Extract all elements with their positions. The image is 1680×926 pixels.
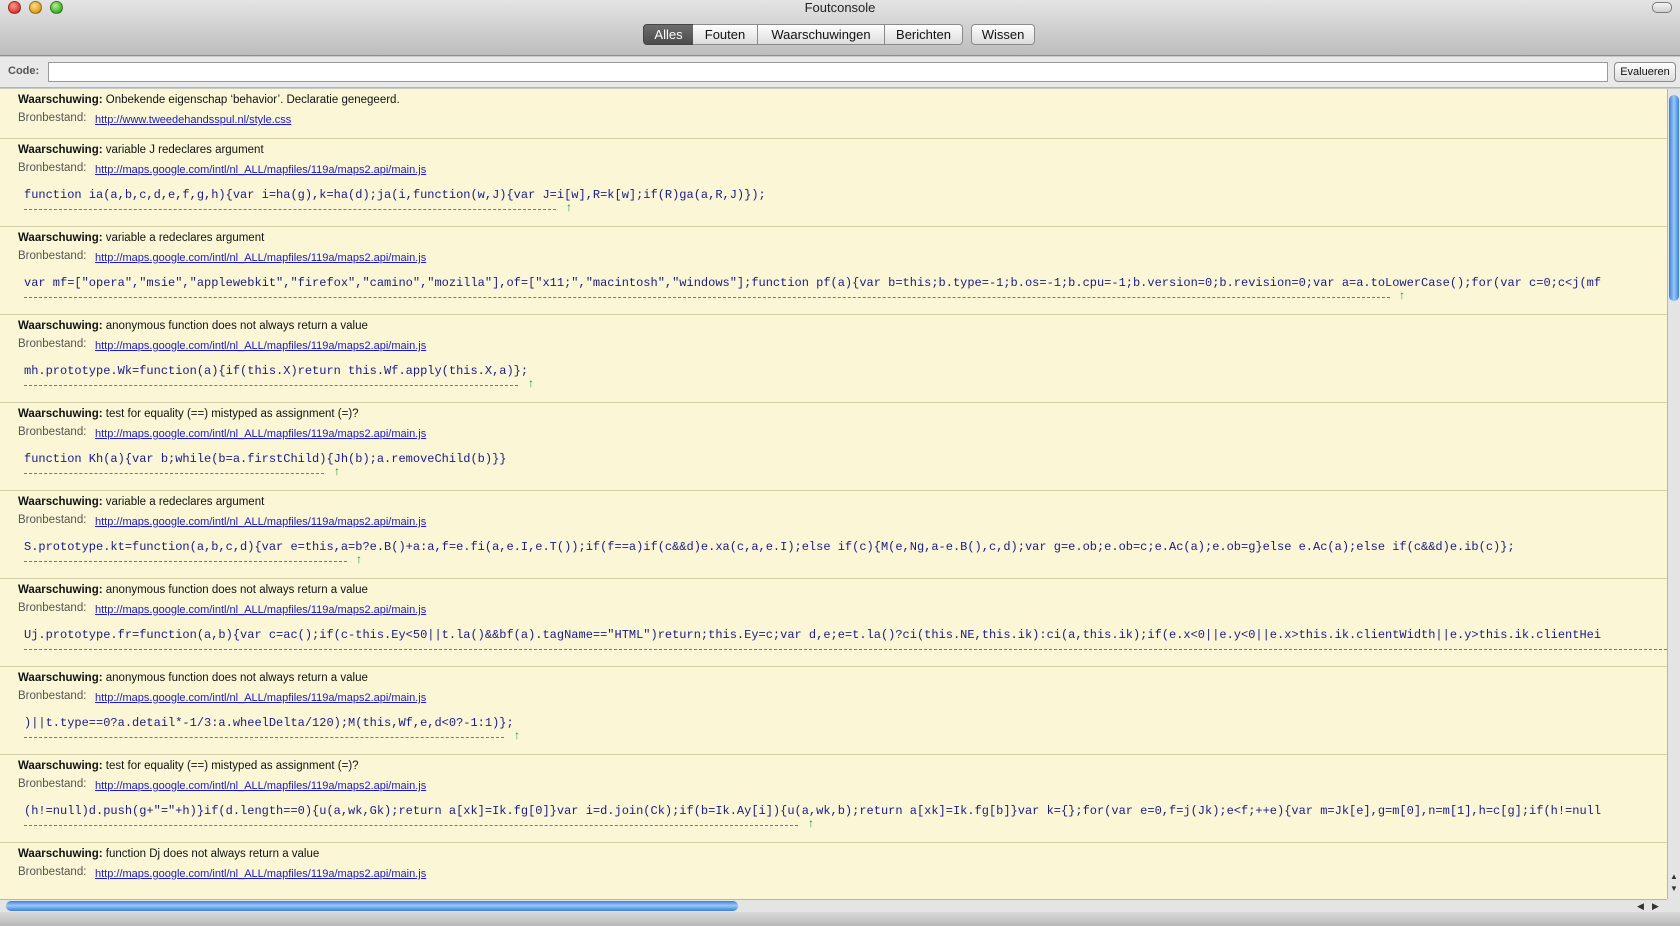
filter-errors-tab[interactable]: Fouten [693, 24, 758, 45]
error-position-arrow-icon: ↑ [1399, 288, 1405, 302]
error-marker-line [24, 649, 1667, 650]
entry-type: Waarschuwing: [18, 144, 103, 156]
entry-message: anonymous function does not always retur… [105, 320, 368, 332]
code-input[interactable] [48, 62, 1608, 82]
scroll-left-arrow-icon[interactable]: ◀ [1637, 901, 1644, 912]
entry-message: function Dj does not always return a val… [105, 848, 320, 860]
error-marker-line [24, 825, 798, 826]
source-link[interactable]: http://maps.google.com/intl/nl_ALL/mapfi… [95, 164, 426, 176]
entry-type: Waarschuwing: [18, 848, 103, 860]
list-item[interactable]: Waarschuwing: anonymous function does no… [0, 579, 1667, 667]
horizontal-scrollbar[interactable]: ◀ ▶ [0, 899, 1667, 912]
source-label: Bronbestand: [18, 112, 87, 124]
message-list[interactable]: Waarschuwing: Onbekende eigenschap ‘beha… [0, 89, 1667, 899]
source-link[interactable]: http://maps.google.com/intl/nl_ALL/mapfi… [95, 428, 426, 440]
list-item[interactable]: Waarschuwing: variable J redeclares argu… [0, 139, 1667, 227]
window-titlebar: Foutconsole Alles Fouten Waarschuwingen … [0, 0, 1680, 56]
entry-message: variable a redeclares argument [105, 232, 265, 244]
code-bar: Code: Evalueren [0, 57, 1680, 88]
entry-type: Waarschuwing: [18, 94, 103, 106]
scroll-right-arrow-icon[interactable]: ▶ [1652, 901, 1659, 912]
entry-message: variable a redeclares argument [105, 496, 265, 508]
filter-messages-tab[interactable]: Berichten [885, 24, 963, 45]
entry-type: Waarschuwing: [18, 320, 103, 332]
source-code: Uj.prototype.fr=function(a,b){var c=ac()… [24, 628, 1602, 642]
list-item[interactable]: Waarschuwing: anonymous function does no… [0, 315, 1667, 403]
source-code: var mf=["opera","msie","applewebkit","fi… [24, 276, 1602, 290]
filter-all-tab[interactable]: Alles [643, 24, 694, 45]
scroll-up-arrow-icon[interactable]: ▲ [1670, 873, 1678, 881]
entry-type: Waarschuwing: [18, 496, 103, 508]
horizontal-scroll-thumb[interactable] [6, 901, 738, 911]
source-link[interactable]: http://maps.google.com/intl/nl_ALL/mapfi… [95, 780, 426, 792]
source-label: Bronbestand: [18, 426, 87, 438]
error-marker-line [24, 737, 504, 738]
entry-type: Waarschuwing: [18, 672, 103, 684]
scroll-corner [1667, 899, 1680, 912]
scroll-down-arrow-icon[interactable]: ▼ [1670, 885, 1678, 893]
error-marker-line [24, 297, 1390, 298]
window-bottom-bar [0, 912, 1680, 926]
vertical-scrollbar[interactable]: ▲ ▼ [1667, 89, 1680, 899]
source-label: Bronbestand: [18, 162, 87, 174]
list-item[interactable]: Waarschuwing: variable a redeclares argu… [0, 227, 1667, 315]
source-link[interactable]: http://www.tweedehandsspul.nl/style.css [95, 114, 291, 126]
source-label: Bronbestand: [18, 250, 87, 262]
source-link[interactable]: http://maps.google.com/intl/nl_ALL/mapfi… [95, 516, 426, 528]
source-link[interactable]: http://maps.google.com/intl/nl_ALL/mapfi… [95, 252, 426, 264]
error-marker-line [24, 561, 347, 562]
error-marker-line [24, 209, 556, 210]
entry-type: Waarschuwing: [18, 760, 103, 772]
source-label: Bronbestand: [18, 866, 87, 878]
toolbar-toggle-button[interactable] [1652, 2, 1672, 13]
source-code: )||t.type==0?a.detail*-1/3:a.wheelDelta/… [24, 716, 514, 730]
source-link[interactable]: http://maps.google.com/intl/nl_ALL/mapfi… [95, 340, 426, 352]
entry-message: anonymous function does not always retur… [105, 584, 368, 596]
entry-message: test for equality (==) mistyped as assig… [105, 760, 359, 772]
error-position-arrow-icon: ↑ [334, 464, 340, 478]
entry-message: Onbekende eigenschap ‘behavior’. Declara… [105, 94, 400, 106]
error-position-arrow-icon: ↑ [356, 552, 362, 566]
vertical-scroll-thumb[interactable] [1669, 95, 1679, 301]
list-item[interactable]: Waarschuwing: variable a redeclares argu… [0, 491, 1667, 579]
source-code: function Kh(a){var b;while(b=a.firstChil… [24, 452, 507, 466]
source-link[interactable]: http://maps.google.com/intl/nl_ALL/mapfi… [95, 604, 426, 616]
list-item[interactable]: Waarschuwing: Onbekende eigenschap ‘beha… [0, 89, 1667, 139]
code-label: Code: [8, 65, 40, 77]
filter-segmented-control: Alles Fouten Waarschuwingen Berichten [643, 24, 963, 46]
list-item[interactable]: Waarschuwing: test for equality (==) mis… [0, 403, 1667, 491]
entry-message: test for equality (==) mistyped as assig… [105, 408, 359, 420]
source-label: Bronbestand: [18, 514, 87, 526]
list-item[interactable]: Waarschuwing: anonymous function does no… [0, 667, 1667, 755]
error-position-arrow-icon: ↑ [566, 200, 572, 214]
source-label: Bronbestand: [18, 338, 87, 350]
source-label: Bronbestand: [18, 778, 87, 790]
entry-message: anonymous function does not always retur… [105, 672, 368, 684]
error-marker-line [24, 473, 324, 474]
evaluate-button[interactable]: Evalueren [1614, 62, 1676, 82]
list-item[interactable]: Waarschuwing: function Dj does not alway… [0, 843, 1667, 899]
source-code: function ia(a,b,c,d,e,f,g,h){var i=ha(g)… [24, 188, 766, 202]
source-code: mh.prototype.Wk=function(a){if(this.X)re… [24, 364, 529, 378]
source-label: Bronbestand: [18, 690, 87, 702]
source-link[interactable]: http://maps.google.com/intl/nl_ALL/mapfi… [95, 868, 426, 880]
clear-button[interactable]: Wissen [971, 24, 1035, 45]
source-code: S.prototype.kt=function(a,b,c,d){var e=t… [24, 540, 1515, 554]
error-position-arrow-icon: ↑ [514, 728, 520, 742]
entry-message: variable J redeclares argument [105, 144, 264, 156]
entry-type: Waarschuwing: [18, 584, 103, 596]
error-marker-line [24, 385, 518, 386]
source-label: Bronbestand: [18, 602, 87, 614]
entry-type: Waarschuwing: [18, 232, 103, 244]
source-link[interactable]: http://maps.google.com/intl/nl_ALL/mapfi… [95, 692, 426, 704]
list-item[interactable]: Waarschuwing: test for equality (==) mis… [0, 755, 1667, 843]
filter-warnings-tab[interactable]: Waarschuwingen [758, 24, 885, 45]
window-title: Foutconsole [804, 0, 876, 15]
error-position-arrow-icon: ↑ [808, 816, 814, 830]
error-position-arrow-icon: ↑ [528, 376, 534, 390]
entry-type: Waarschuwing: [18, 408, 103, 420]
